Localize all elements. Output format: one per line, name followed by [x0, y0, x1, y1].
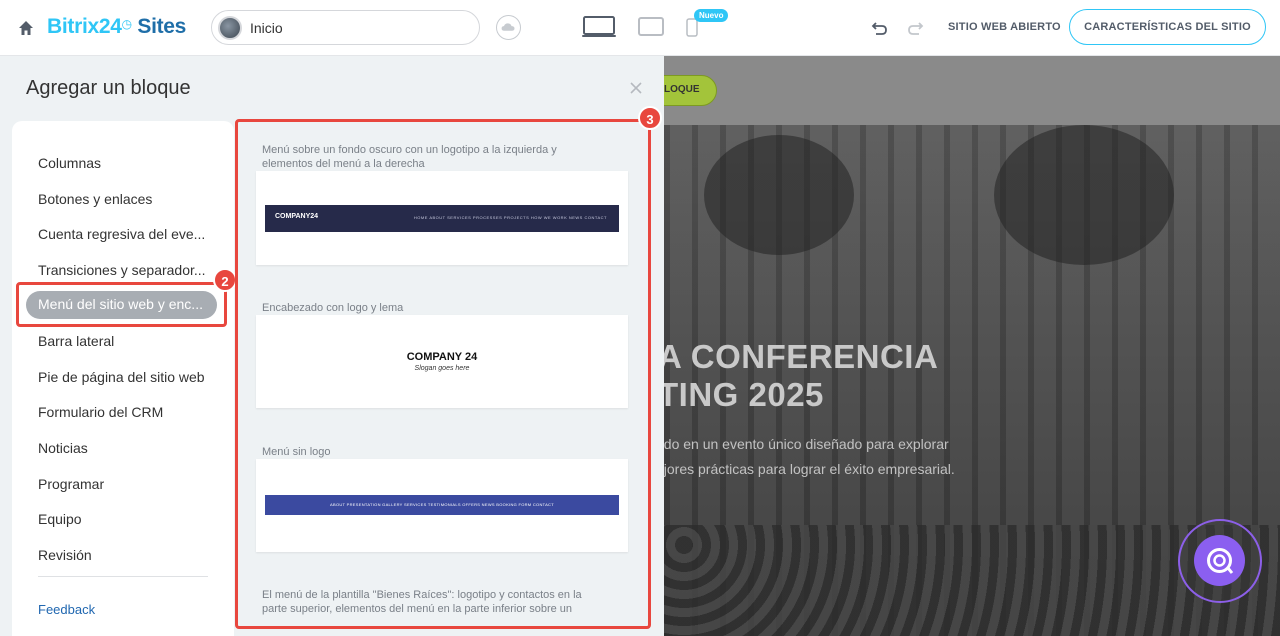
sidebar-divider [38, 576, 208, 577]
hero-title: A CONFERENCIA TING 2025 [664, 338, 938, 414]
brand-sites: Sites [137, 15, 187, 38]
category-item[interactable]: Transiciones y separador... [38, 262, 206, 278]
category-item[interactable]: Programar [38, 476, 104, 492]
callout-highlight [16, 282, 227, 327]
category-sidebar: Columnas Botones y enlaces Cuenta regres… [12, 121, 234, 636]
page-selector-label: Inicio [250, 20, 283, 36]
open-site-link[interactable]: SITIO WEB ABIERTO [948, 21, 1061, 33]
brand-logo[interactable]: Bitrix24◷ Sites [47, 15, 186, 39]
panel-title: Agregar un bloque [26, 77, 191, 99]
add-block-label: LOQUE [664, 84, 700, 95]
undo-icon[interactable] [870, 18, 890, 38]
category-item[interactable]: Columnas [38, 155, 101, 171]
cloud-icon [501, 23, 515, 31]
hero-text: ndo en un evento único diseñado para exp… [664, 432, 955, 482]
category-item[interactable]: Noticias [38, 440, 88, 456]
redo-icon[interactable] [905, 18, 925, 38]
page-selector[interactable]: Inicio [211, 10, 480, 45]
callout-badge: 2 [213, 268, 237, 292]
page-preview: LOQUE A CONFERENCIA TING 2025 ndo en un … [664, 56, 1280, 636]
tree-shape [994, 125, 1174, 265]
category-item[interactable]: Formulario del CRM [38, 404, 163, 420]
callout-highlight [235, 119, 651, 629]
preview-top-band [664, 56, 1280, 125]
category-item[interactable]: Equipo [38, 511, 82, 527]
home-icon[interactable] [17, 19, 35, 37]
feedback-link[interactable]: Feedback [38, 602, 95, 617]
category-item[interactable]: Revisión [38, 547, 92, 563]
category-item[interactable]: Cuenta regresiva del eve... [38, 226, 205, 242]
chat-icon [1207, 548, 1234, 574]
top-bar: Bitrix24◷ Sites Inicio Nuevo SITIO WEB A… [0, 0, 1280, 56]
hero-text-line-2: ejores prácticas para lograr el éxito em… [664, 461, 955, 477]
callout-badge: 3 [638, 106, 662, 130]
tree-shape [704, 135, 854, 255]
hero-title-line-1: A CONFERENCIA [664, 338, 939, 375]
category-item[interactable]: Botones y enlaces [38, 191, 152, 207]
new-badge: Nuevo [694, 9, 729, 22]
publish-cloud-button[interactable] [496, 15, 521, 40]
category-item[interactable]: Pie de página del sitio web [38, 369, 205, 385]
site-features-button[interactable]: CARACTERÍSTICAS DEL SITIO [1069, 9, 1266, 45]
chat-widget-button[interactable] [1194, 535, 1245, 586]
brand-main: Bitrix24 [47, 15, 122, 38]
add-block-panel: Agregar un bloque Columnas Botones y enl… [0, 56, 664, 636]
clock-icon: ◷ [121, 17, 132, 31]
hero-text-line-1: ndo en un evento único diseñado para exp… [664, 436, 949, 452]
tablet-view-icon[interactable] [638, 17, 664, 36]
hero-title-line-2: TING 2025 [664, 376, 824, 413]
page-thumbnail [218, 16, 242, 40]
category-item[interactable]: Barra lateral [38, 333, 114, 349]
desktop-view-icon[interactable] [582, 16, 616, 38]
close-icon[interactable] [628, 80, 644, 96]
